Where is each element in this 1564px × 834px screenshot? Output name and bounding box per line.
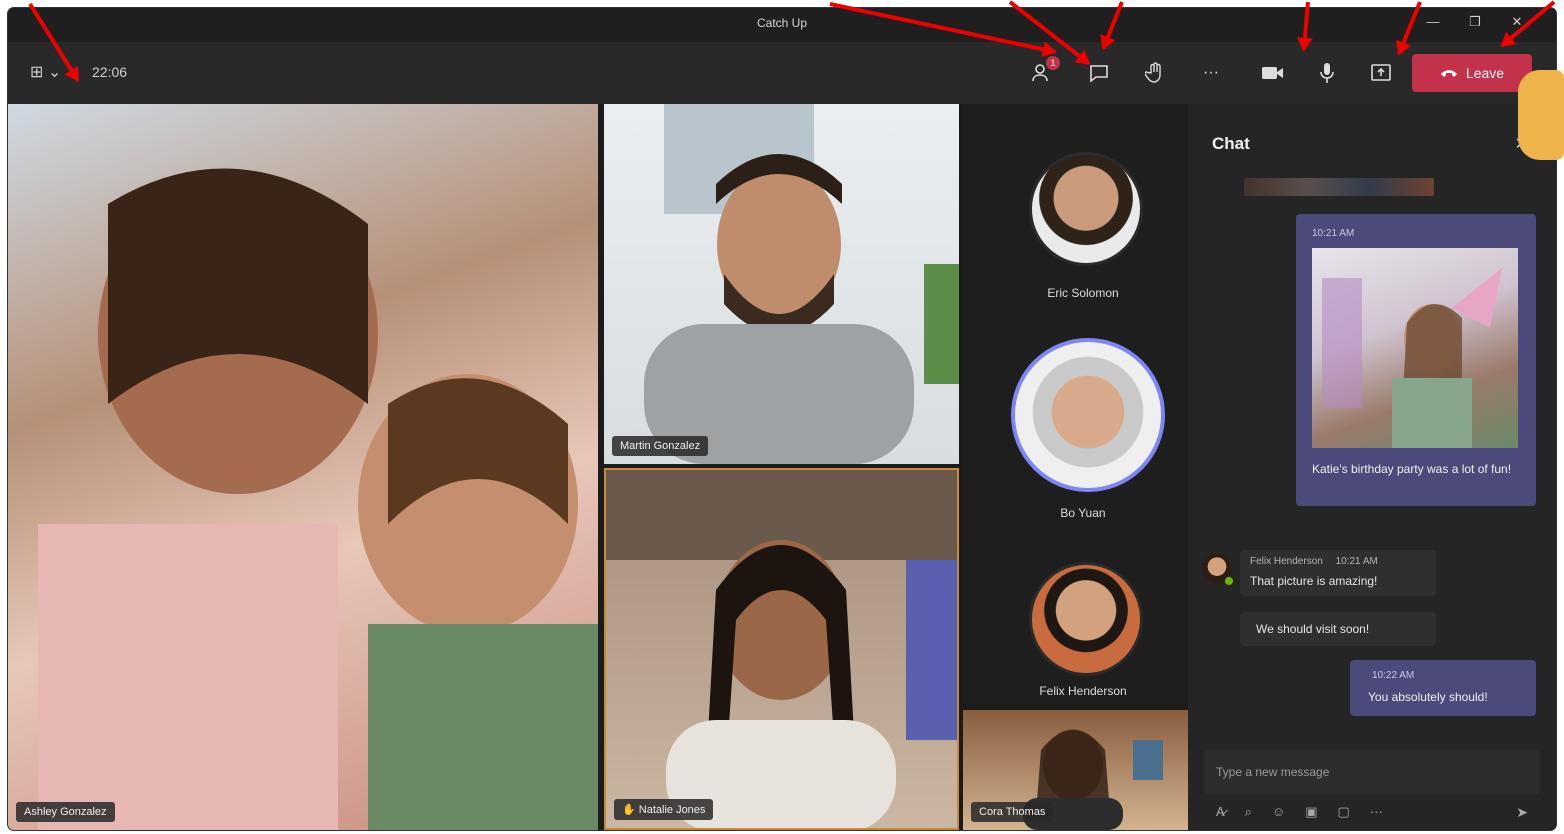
roster-name: Bo Yuan [1060, 506, 1106, 520]
participant-name-text: Natalie Jones [638, 804, 706, 816]
meeting-timer: 22:06 [92, 64, 128, 80]
share-screen-button[interactable] [1364, 58, 1398, 88]
send-icon[interactable]: ➤ [1516, 804, 1528, 821]
chat-title: Chat [1212, 134, 1250, 153]
chat-message-mine[interactable]: 10:22 AM You absolutely should! [1350, 660, 1536, 716]
hand-icon [1145, 62, 1161, 83]
video-tile-cora[interactable]: Cora Thomas [963, 710, 1188, 830]
chat-message-other[interactable]: We should visit soon! [1240, 612, 1436, 646]
hang-up-icon [1440, 70, 1457, 77]
camera-icon [1262, 67, 1283, 79]
message-time: 10:21 AM [1312, 228, 1355, 239]
chat-message-photo[interactable]: 10:21 AM Katie's birthday party was a lo… [1296, 214, 1536, 506]
more-actions-icon[interactable]: ··· [1194, 58, 1228, 88]
format-icon[interactable]: A̷ [1216, 804, 1225, 820]
layout-icon[interactable]: ⊞ ⌄ [30, 62, 61, 82]
attach-icon[interactable]: ⌕ [1245, 804, 1252, 820]
chat-icon [1090, 65, 1108, 83]
pointing-hand-graphic [1518, 70, 1564, 160]
participant-video [644, 104, 959, 464]
participants-button[interactable]: 1 [1026, 56, 1060, 88]
meeting-toolbar: ⊞ ⌄ 22:06 1 ··· Leave [8, 42, 1556, 104]
chat-message-other[interactable]: Felix Henderson 10:21 AM That picture is… [1240, 550, 1436, 596]
composer-placeholder: Type a new message [1216, 765, 1330, 779]
participant-name: Cora Thomas [971, 802, 1054, 822]
roster-name: Eric Solomon [1047, 286, 1119, 300]
video-tile-natalie[interactable]: ✋ Natalie Jones [604, 468, 959, 830]
microphone-button[interactable] [1310, 58, 1344, 88]
participant-video [38, 168, 598, 830]
presence-available-icon [1224, 576, 1234, 586]
raised-hand-icon: ✋ [622, 804, 636, 816]
raise-hand-button[interactable] [1138, 58, 1172, 88]
participant-name: ✋ Natalie Jones [614, 799, 714, 820]
microphone-icon [1320, 63, 1334, 83]
roster-name: Felix Henderson [1039, 684, 1127, 698]
more-options-icon[interactable]: ··· [1370, 804, 1383, 820]
camera-button[interactable] [1256, 58, 1290, 88]
leave-label: Leave [1465, 65, 1505, 81]
participant-roster: Eric Solomon Bo Yuan Felix Henderson [963, 104, 1188, 704]
message-sender: Felix Henderson [1250, 556, 1323, 567]
message-time: 10:22 AM [1372, 670, 1415, 681]
participant-video [606, 470, 957, 828]
video-tile-martin[interactable]: Martin Gonzalez [604, 104, 959, 464]
message-time: 10:21 AM [1335, 556, 1378, 567]
video-stage: Ashley Gonzalez Martin Gonzalez ✋ Natali… [8, 104, 1188, 830]
previous-message-image [1244, 178, 1434, 196]
chat-panel: Chat ✕ 10:21 AM Katie's birthday party w… [1188, 104, 1556, 830]
title-bar: Catch Up — ❐ ✕ [8, 8, 1556, 42]
restore-icon[interactable]: ❐ [1460, 14, 1490, 30]
message-header: Felix Henderson 10:21 AM [1250, 556, 1378, 567]
avatar-eric[interactable] [1029, 152, 1143, 266]
message-text: You absolutely should! [1368, 690, 1488, 704]
message-text: That picture is amazing! [1250, 574, 1378, 588]
message-text: Katie's birthday party was a lot of fun! [1312, 462, 1512, 476]
leave-button[interactable]: Leave [1412, 54, 1532, 92]
photo-content [1322, 268, 1502, 448]
minimize-icon[interactable]: — [1418, 14, 1448, 29]
avatar-felix[interactable] [1029, 562, 1143, 676]
emoji-icon[interactable]: ☺ [1272, 804, 1285, 820]
participant-name: Ashley Gonzalez [16, 802, 115, 822]
window-title: Catch Up [756, 16, 808, 30]
participant-name: Martin Gonzalez [612, 436, 709, 456]
message-text: We should visit soon! [1256, 622, 1370, 636]
composer-toolbar: A̷ ⌕ ☺ ▣ ▢ ··· [1216, 804, 1383, 820]
share-icon [1371, 64, 1391, 81]
video-tile-ashley[interactable]: Ashley Gonzalez [8, 104, 598, 830]
gif-icon[interactable]: ▣ [1305, 804, 1317, 820]
sticker-icon[interactable]: ▢ [1338, 804, 1350, 820]
avatar-bo[interactable] [1011, 338, 1165, 492]
birthday-photo [1312, 248, 1518, 448]
teams-meeting-window: Catch Up — ❐ ✕ ⊞ ⌄ 22:06 1 ··· Leave Ash… [8, 8, 1556, 830]
message-composer[interactable]: Type a new message [1204, 750, 1540, 794]
